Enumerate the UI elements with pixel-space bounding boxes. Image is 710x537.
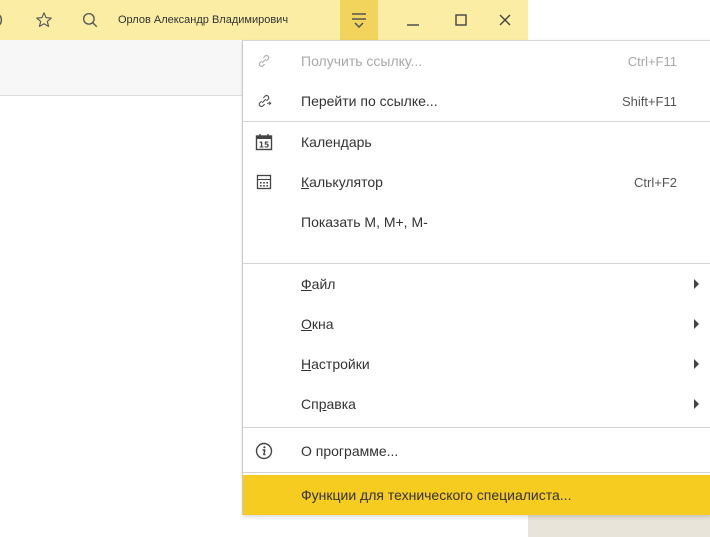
menu-item-go-to-link[interactable]: Перейти по ссылке... Shift+F11 [243, 81, 710, 121]
info-icon[interactable] [0, 0, 10, 40]
menu-item-label: Показать M, M+, M- [301, 214, 428, 230]
calculator-icon [253, 171, 275, 193]
menu-item-calculator[interactable]: Калькулятор Ctrl+F2 [243, 162, 710, 202]
menu-item-get-link[interactable]: Получить ссылку... Ctrl+F11 [243, 41, 710, 81]
menu-item-label: Калькулятор [301, 174, 383, 190]
star-icon[interactable] [32, 0, 56, 40]
menu-item-about[interactable]: О программе... [243, 431, 710, 471]
submenu-arrow-icon [694, 359, 699, 369]
user-name[interactable]: Орлов Александр Владимирович [118, 0, 288, 40]
title-bar: Орлов Александр Владимирович [0, 0, 528, 40]
main-menu-icon [352, 13, 366, 28]
main-menu-button[interactable] [340, 0, 378, 40]
search-icon[interactable] [78, 0, 102, 40]
menu-item-windows[interactable]: Окна [243, 304, 710, 344]
menu-item-label: Справка [301, 396, 356, 412]
main-menu-dropdown: Получить ссылку... Ctrl+F11 Перейти по с… [242, 40, 710, 515]
svg-text:15: 15 [259, 141, 269, 150]
submenu-arrow-icon [694, 319, 699, 329]
toolbar-area [0, 40, 242, 96]
menu-item-label: Получить ссылку... [301, 53, 423, 69]
menu-item-label: Окна [301, 316, 334, 332]
info-circle-icon [253, 440, 275, 462]
link-icon [253, 50, 275, 72]
minimize-icon[interactable] [400, 0, 426, 40]
maximize-icon[interactable] [448, 0, 474, 40]
shortcut-label: Ctrl+F2 [634, 174, 677, 190]
submenu-arrow-icon [694, 279, 699, 289]
menu-item-label: Настройки [301, 356, 370, 372]
menu-item-settings[interactable]: Настройки [243, 344, 710, 384]
menu-item-label: Календарь [301, 134, 372, 150]
shortcut-label: Shift+F11 [621, 93, 677, 109]
menu-item-label: Функции для технического специалиста... [301, 487, 572, 503]
link-arrow-icon [253, 90, 275, 112]
calendar-icon: 15 [253, 131, 275, 153]
menu-item-tech-functions[interactable]: Функции для технического специалиста... [243, 475, 710, 515]
close-icon[interactable] [492, 0, 518, 40]
title-bar-empty-area [528, 0, 710, 40]
menu-item-show-m[interactable]: Показать M, M+, M- [243, 202, 710, 242]
menu-separator [243, 427, 710, 428]
menu-item-label: Перейти по ссылке... [301, 93, 438, 109]
menu-item-label: О программе... [301, 443, 399, 459]
menu-item-calendar[interactable]: 15 Календарь [243, 122, 710, 162]
menu-separator [243, 472, 710, 473]
menu-item-file[interactable]: Файл [243, 264, 710, 304]
menu-item-help[interactable]: Справка [243, 384, 710, 424]
menu-item-label: Файл [301, 276, 336, 292]
shortcut-label: Ctrl+F11 [627, 53, 677, 69]
submenu-arrow-icon [694, 399, 699, 409]
